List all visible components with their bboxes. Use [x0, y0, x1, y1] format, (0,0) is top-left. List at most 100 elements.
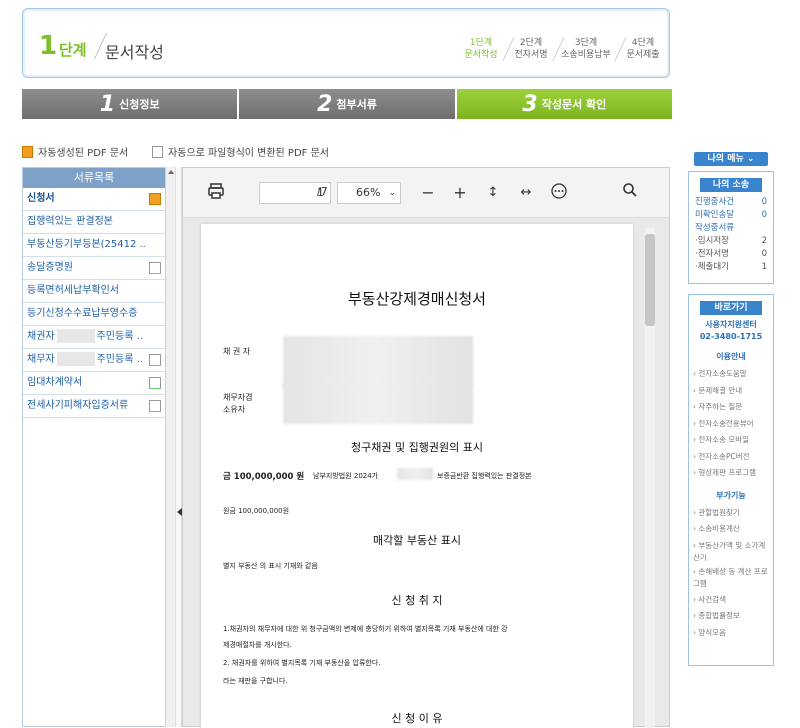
converted-pdf-icon — [152, 145, 163, 158]
claim-description: 보증금반환 집행력있는 판결정본 — [437, 472, 532, 480]
print-icon[interactable] — [205, 182, 227, 204]
guide-link[interactable]: › 전자소송도움말 — [689, 366, 773, 383]
list-item[interactable]: 등기신청수수료납부영수증 — [23, 303, 165, 326]
tab-attachments[interactable]: 2 첨부서류 — [239, 89, 455, 119]
list-item-label: 신청서 — [27, 193, 55, 204]
pdf-page: 부동산강제경매신청서 채 권 자 채무자겸 소유자 청구채권 및 집행권원의 표… — [201, 224, 633, 728]
case-row-count: 1 — [761, 262, 767, 272]
debtor-label-1: 채무자겸 — [223, 393, 253, 402]
property-section-title: 매각할 부동산 표시 — [373, 534, 461, 547]
purpose-line-1: 1.채권자의 채무자에 대한 위 청구금액의 변제에 충당하기 위하여 별지목록… — [223, 625, 508, 633]
list-item[interactable]: 채권자 주민등록 .. — [23, 326, 165, 349]
extra-link[interactable]: › 부동산가액 및 소가계산기 — [689, 540, 769, 564]
guide-link[interactable]: › 자주하는 질문 — [689, 399, 773, 416]
extra-link[interactable]: › 소송비용계산 — [689, 521, 773, 538]
auto-pdf-icon — [22, 145, 33, 158]
tab-application-info[interactable]: 1 신청정보 — [22, 89, 238, 119]
my-menu-button[interactable]: 나의 메뉴 ⌄ — [694, 152, 768, 166]
claim-amount: 금 100,000,000 원 — [223, 472, 305, 482]
mini-step-1-num: 1단계 — [469, 38, 493, 48]
claim-section-title: 청구채권 및 집행권원의 표시 — [351, 441, 483, 454]
debtor-label-2: 소유자 — [223, 405, 246, 414]
zoom-select[interactable]: 66% ⌄ — [337, 182, 401, 204]
extra-link[interactable]: › 관할법원찾기 — [689, 505, 773, 522]
list-item-label-suffix: 주민등록 .. — [96, 331, 143, 342]
tab-label: 첨부서류 — [336, 98, 377, 111]
list-item[interactable]: 등록면허세납부확인서 — [23, 280, 165, 303]
shortcut-header: 바로가기 — [700, 301, 762, 315]
list-item[interactable]: 신청서 — [23, 188, 165, 211]
claim-court: 남부지방법원 2024가 — [313, 472, 379, 480]
case-row-label: ·임시저장 — [695, 236, 729, 246]
legend-converted-pdf-label: 자동으로 파일형식이 변환된 PDF 문서 — [168, 148, 329, 159]
guide-link[interactable]: › 전자소송PC버전 — [689, 449, 773, 466]
case-row-unconfirmed[interactable]: 미확인송달 0 — [689, 209, 773, 222]
purpose-line-1b: 제경매절차를 개시한다. — [223, 641, 292, 649]
property-text: 별지 부동산 의 표시 기재와 같음 — [223, 562, 318, 570]
case-row-in-progress[interactable]: 진행중사건 0 — [689, 196, 773, 209]
usage-guide-title: 이용안내 — [716, 352, 746, 361]
list-item-label: 전세사기피해자입증서류 — [27, 400, 129, 411]
redacted-case-number — [397, 468, 433, 480]
list-item[interactable]: 임대차계약서 — [23, 372, 165, 395]
redacted-name — [56, 329, 95, 343]
page-total: /7 — [317, 185, 328, 198]
shortcut-panel: 바로가기 사용자지원센터 02-3480-1715 이용안내 › 전자소송도움말… — [688, 294, 774, 666]
extra-link[interactable]: › 손해배상 등 계산 프로그램 — [689, 566, 769, 590]
extra-link[interactable]: › 사건검색 — [689, 592, 773, 609]
list-item[interactable]: 송달증명원 — [23, 257, 165, 280]
case-row-count: 0 — [761, 210, 767, 220]
step-number: 1 — [39, 31, 58, 61]
case-row-label: ·전자서명 — [695, 249, 729, 259]
zoom-out-icon[interactable]: − — [417, 182, 439, 204]
list-item[interactable]: 채무자 주민등록 .. — [23, 349, 165, 372]
zoom-value: 66% — [356, 186, 381, 199]
document-list-scrollbar[interactable] — [165, 167, 175, 727]
case-row-count: 0 — [761, 249, 767, 259]
guide-link[interactable]: › 형상제판 프로그램 — [689, 465, 773, 482]
purpose-line-3: 라는 재판을 구합니다. — [223, 677, 288, 685]
mini-step-4: 4단계 문서제출 — [623, 37, 663, 61]
chevron-down-icon: ⌄ — [388, 188, 396, 198]
more-options-icon[interactable] — [548, 182, 570, 204]
pdf-scrollbar[interactable] — [645, 228, 655, 728]
list-item[interactable]: 집행력있는 판결정본 — [23, 211, 165, 234]
pdf-scrollbar-thumb[interactable] — [645, 234, 655, 326]
list-item-label: 집행력있는 판결정본 — [27, 216, 113, 227]
list-item[interactable]: 전세사기피해자입증서류 — [23, 395, 165, 418]
redacted-name — [56, 352, 95, 366]
tab-number: 1 — [99, 91, 116, 117]
scroll-up-icon[interactable] — [167, 170, 174, 174]
fit-height-icon[interactable]: ↕ — [482, 182, 504, 204]
mini-step-3: 3단계 소송비용납부 — [559, 37, 613, 61]
case-row-drafting[interactable]: 작성중서류 — [689, 222, 773, 235]
legend-converted-pdf: 자동으로 파일형식이 변환된 PDF 문서 — [152, 144, 329, 159]
list-item-label: 부동산등기부등본(25412 .. — [27, 239, 146, 250]
step-unit: 단계 — [59, 41, 87, 59]
tab-confirm-documents[interactable]: 3 작성문서 확인 — [456, 89, 673, 119]
guide-link[interactable]: › 문제해결 안내 — [689, 383, 773, 400]
list-item[interactable]: 부동산등기부등본(25412 .. — [23, 234, 165, 257]
panel-splitter[interactable] — [175, 167, 182, 727]
case-row-e-signed[interactable]: ·전자서명 0 — [689, 248, 773, 261]
list-item-label: 임대차계약서 — [27, 377, 83, 388]
guide-link[interactable]: › 전자소송 모바일 — [689, 432, 773, 449]
extra-link[interactable]: › 종합법률정보 — [689, 608, 773, 625]
pdf-title: 부동산강제경매신청서 — [347, 290, 486, 308]
legend-auto-pdf: 자동생성된 PDF 문서 — [22, 144, 128, 159]
case-row-temp-saved[interactable]: ·임시저장 2 — [689, 235, 773, 248]
fit-width-icon[interactable]: ↔ — [515, 182, 537, 204]
pdf-viewer: 1 /7 66% ⌄ − + ↕ ↔ 부동산강제경매신청서 채 권 자 채무자겸… — [182, 167, 670, 728]
case-row-awaiting-submit[interactable]: ·제출대기 1 — [689, 261, 773, 274]
case-row-label: ·제출대기 — [695, 262, 729, 272]
auto-pdf-icon — [149, 193, 161, 205]
tab-label: 신청정보 — [119, 98, 160, 111]
zoom-in-icon[interactable]: + — [449, 182, 471, 204]
guide-link[interactable]: › 전자소송전용뷰어 — [689, 416, 773, 433]
extra-link[interactable]: › 양식모음 — [689, 625, 773, 642]
legend-auto-pdf-label: 자동생성된 PDF 문서 — [38, 148, 129, 159]
tab-label: 작성문서 확인 — [541, 98, 607, 111]
converted-pdf-icon — [149, 377, 161, 389]
step-header: 1 단계 문서작성 1단계 문서작성 2단계 전자서명 3단계 소송비용납부 4… — [22, 8, 670, 78]
search-icon[interactable] — [619, 182, 641, 204]
